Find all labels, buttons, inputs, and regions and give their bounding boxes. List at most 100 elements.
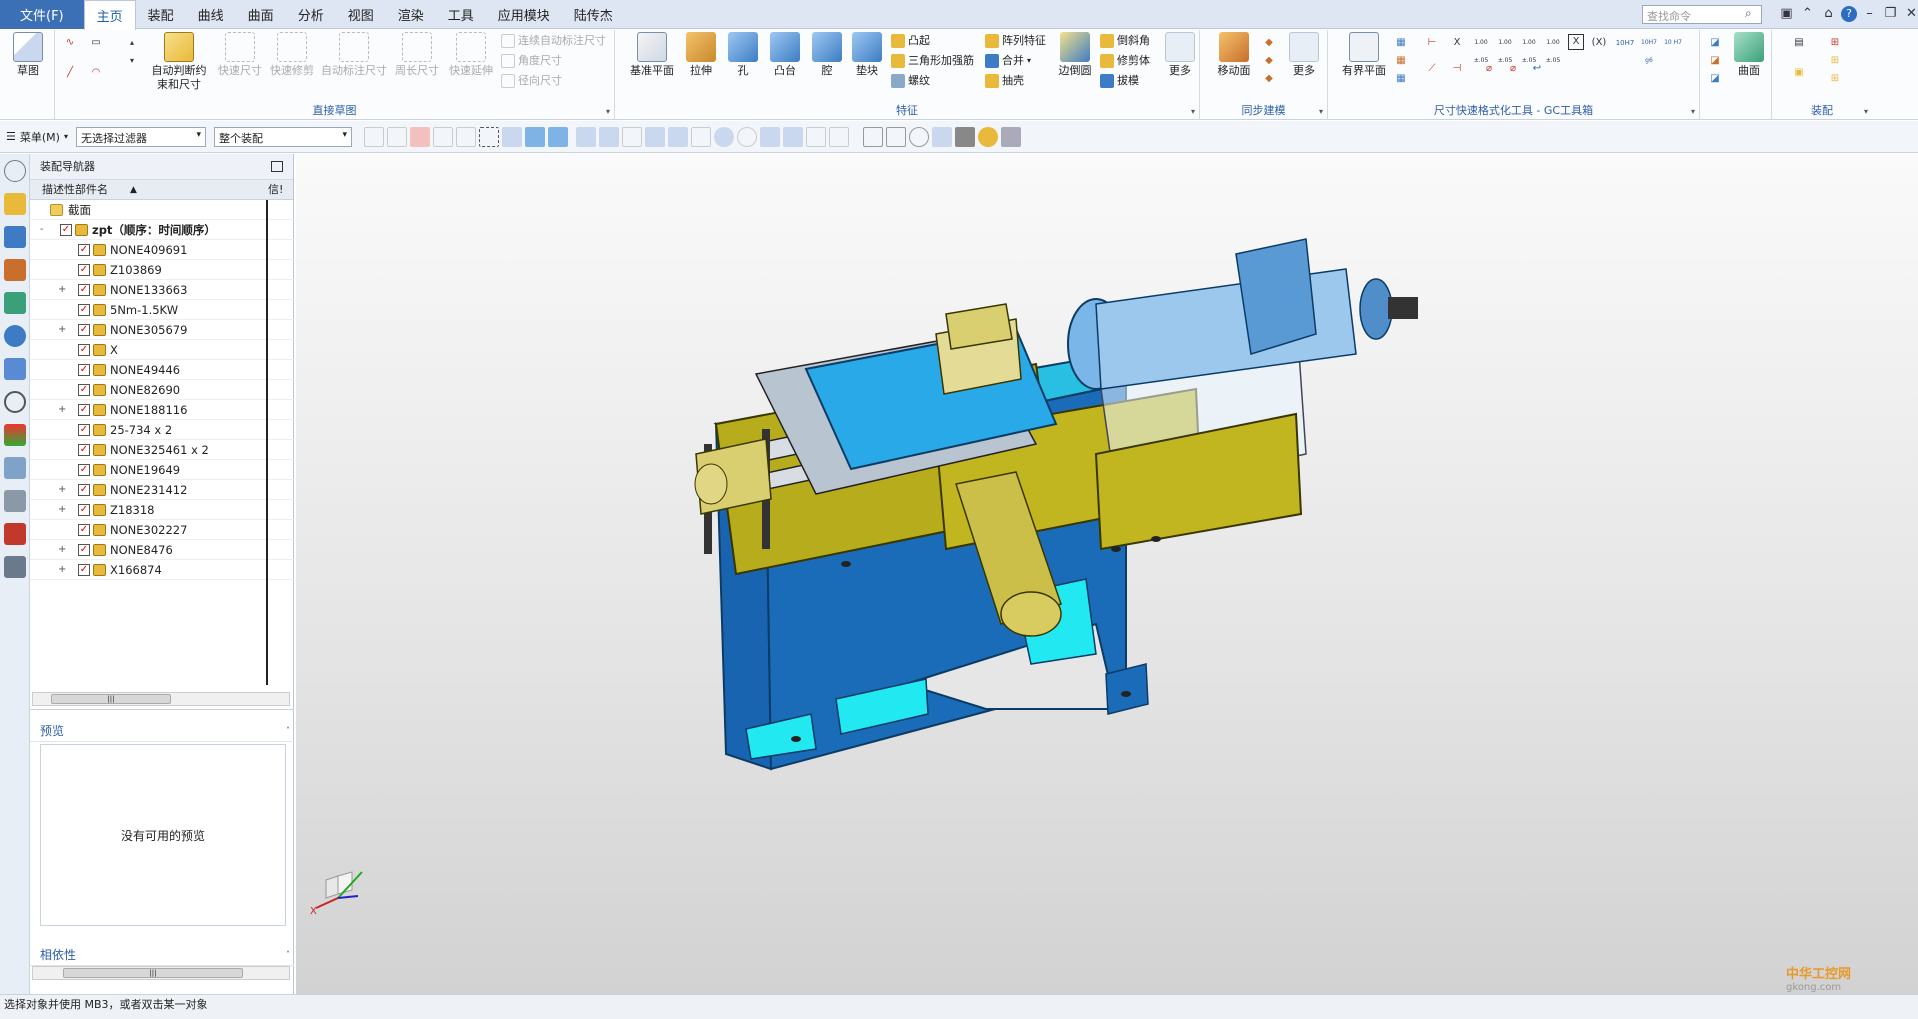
visibility-checkbox[interactable]: ✓ [78,544,90,556]
menu-button[interactable]: ☰ 菜单(M) ▾ [6,129,68,145]
chevron-up-icon[interactable]: ⌃ [1797,4,1818,24]
datum-plane-button[interactable]: 基准平面 [629,32,675,78]
gear-icon[interactable] [3,160,26,182]
group-expand-icon[interactable]: ▾ [606,107,610,116]
expand-toggle-icon[interactable]: + [58,280,66,300]
snap-spline-icon[interactable] [667,126,688,147]
gc-tool-icon[interactable]: ▦ [1392,52,1410,70]
tab-curve[interactable]: 曲线 [186,0,236,29]
expand-toggle-icon[interactable]: + [58,540,66,560]
quick-extend-button[interactable]: 快速延伸 [445,32,497,78]
gc-fit-2-button[interactable]: 10H7 g6 [1638,34,1660,64]
snap-icon[interactable] [363,126,384,147]
system-materials-icon[interactable] [3,556,26,578]
graphics-viewport[interactable]: X [296,154,1918,994]
window-icon[interactable]: ▣ [1776,4,1797,24]
surface-button[interactable]: 曲面 [1730,32,1768,78]
expand-toggle-icon[interactable]: + [58,480,66,500]
snap-tangent-icon[interactable] [782,126,803,147]
process-studio-icon[interactable] [3,457,26,479]
render-style-icon[interactable] [954,126,975,147]
gc-refresh-icon[interactable]: ↩ [1528,60,1546,78]
dependency-scrollbar[interactable]: ||| [32,966,290,980]
quick-dimension-button[interactable]: 快速尺寸 [215,32,265,78]
gc-diameter-icon[interactable]: ⌀ [1504,60,1522,78]
snap-perpendicular-icon[interactable] [690,126,711,147]
replace-face-icon[interactable]: ◆ [1260,52,1278,70]
extrude-button[interactable]: 拉伸 [681,32,721,78]
unite-button[interactable]: 合并 ▾ [985,52,1031,70]
gc-edit-icon[interactable]: ⟋ [1423,60,1441,78]
shell-button[interactable]: 抽壳 [985,72,1024,90]
thread-button[interactable]: 螺纹 [891,72,930,90]
visibility-checkbox[interactable]: ✓ [78,464,90,476]
tree-row[interactable]: ✓ NONE19649 [30,460,294,480]
dimension-format-icon[interactable]: ⊢ [1423,34,1441,52]
snap-line-icon[interactable] [575,126,596,147]
snap-circle-icon[interactable] [736,126,757,147]
tree-row[interactable]: + ✓ NONE8476 [30,540,294,560]
gc-tool-icon[interactable]: ▦ [1392,70,1410,88]
pattern-feature-button[interactable]: 阵列特征 [985,32,1046,50]
tree-row[interactable]: + ✓ X166874 [30,560,294,580]
tab-assembly[interactable]: 装配 [136,0,186,29]
tree-row[interactable]: ✓ NONE302227 [30,520,294,540]
snap-curve-icon[interactable] [644,126,665,147]
chamfer-button[interactable]: 倒斜角 [1100,32,1150,50]
role-icon[interactable] [3,523,26,545]
assembly-navigator-icon[interactable] [3,193,26,215]
tree-row[interactable]: ✓ Z103869 [30,260,294,280]
tree-row[interactable]: ✓ 5Nm-1.5KW [30,300,294,320]
orient-view-icon[interactable] [931,126,952,147]
gc-paren-x-button[interactable]: (X) [1588,34,1610,52]
selection-filter-select[interactable]: 无选择过滤器 ▾ [75,126,206,147]
tree-row[interactable]: + ✓ NONE133663 [30,280,294,300]
tree-row[interactable]: ✓ X [30,340,294,360]
snap-center-icon[interactable] [713,126,734,147]
assembly-tool-icon[interactable]: ▤ [1790,34,1808,52]
expand-toggle-icon[interactable]: - [40,220,44,240]
continuous-auto-dim-button[interactable]: 连续自动标注尺寸 [501,32,606,50]
assembly-tool-icon[interactable]: ⊞ [1826,52,1844,70]
group-expand-icon[interactable]: ▾ [1319,107,1323,116]
gc-format-4-button[interactable]: 1.00 ±.05 [1542,34,1564,64]
restore-icon[interactable]: ❐ [1880,4,1901,24]
tab-render[interactable]: 渲染 [386,0,436,29]
gc-box-x-icon[interactable]: X [1568,34,1584,50]
expand-toggle-icon[interactable]: + [58,560,66,580]
snap-point-icon[interactable] [759,126,780,147]
visibility-checkbox[interactable]: ✓ [78,364,90,376]
snap-curve-icon[interactable] [621,126,642,147]
expand-toggle-icon[interactable]: + [58,320,66,340]
draft-button[interactable]: 拔模 [1100,72,1139,90]
visibility-checkbox[interactable]: ✓ [78,424,90,436]
tree-row[interactable]: + ✓ NONE188116 [30,400,294,420]
surface-tool-icon[interactable]: ◪ [1706,70,1724,88]
minimize-icon[interactable]: – [1859,4,1880,24]
tab-view[interactable]: 视图 [336,0,386,29]
tree-row[interactable]: + ✓ NONE231412 [30,480,294,500]
help-icon[interactable]: ? [1841,6,1857,22]
select-body-icon[interactable] [501,126,522,147]
tab-file[interactable]: 文件(F) [0,0,84,29]
visibility-checkbox[interactable]: ✓ [78,244,90,256]
visibility-checkbox[interactable]: ✓ [78,284,90,296]
tree-row[interactable]: ✓ NONE82690 [30,380,294,400]
more-up-icon[interactable]: ▴ [123,34,141,52]
part-navigator-icon[interactable] [3,259,26,281]
visibility-checkbox[interactable]: ✓ [78,524,90,536]
tab-analysis[interactable]: 分析 [286,0,336,29]
snap-icon[interactable] [828,126,849,147]
group-expand-icon[interactable]: ▾ [1864,107,1868,116]
auto-constraint-button[interactable]: 自动判断约束和尺寸 [147,32,211,92]
history-icon[interactable] [3,391,26,413]
group-expand-icon[interactable]: ▾ [1691,107,1695,116]
tab-home[interactable]: 主页 [83,0,136,30]
snap-icon[interactable] [455,126,476,147]
gc-diameter-icon[interactable]: ⌀ [1480,60,1498,78]
select-feature-icon[interactable] [547,126,568,147]
palette-icon[interactable] [3,424,26,446]
maximize-icon[interactable] [271,161,283,172]
tree-row[interactable]: + ✓ NONE305679 [30,320,294,340]
select-icon[interactable] [409,126,430,147]
